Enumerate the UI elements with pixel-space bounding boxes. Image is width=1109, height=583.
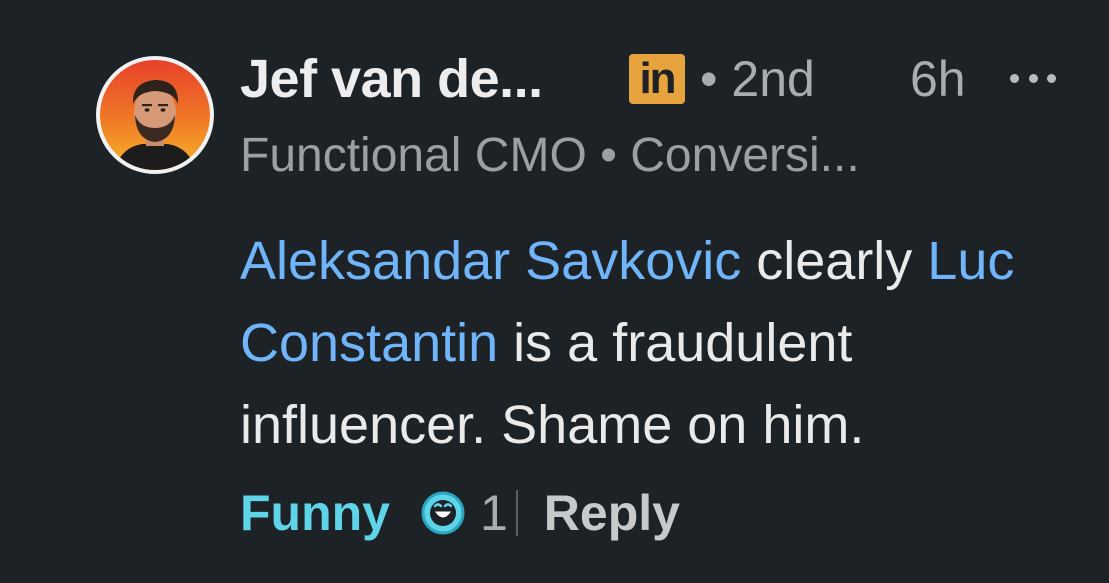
ellipsis-icon-dot [1028,73,1038,83]
reaction-count[interactable]: 1 [480,484,508,542]
linkedin-premium-badge: in [629,54,685,104]
funny-emoji-icon[interactable] [420,490,466,536]
mention-link[interactable]: Aleksandar Savkovic [240,231,741,291]
ellipsis-icon-dot [1010,73,1019,83]
comment-actions: Funny 1 Reply [240,478,680,548]
author-headline: Functional CMO • Conversi... [240,129,860,182]
author-name[interactable]: Jef van de... [240,48,543,110]
comment-body: Aleksandar Savkovic clearly Luc Constant… [240,220,1080,466]
comment-text-segment: clearly [741,231,928,291]
connection-degree: • 2nd [700,51,815,107]
author-avatar[interactable] [96,56,214,174]
reaction-button[interactable]: Funny [240,484,390,542]
reply-button[interactable]: Reply [544,484,680,542]
actions-divider [515,490,518,536]
more-options-button[interactable] [1010,50,1056,106]
avatar-image [100,60,210,170]
ellipsis-icon-dot [1047,73,1056,83]
comment-card: Jef van de... in • 2nd 6h Functional CMO… [0,0,1109,583]
comment-timestamp: 6h [910,51,966,107]
